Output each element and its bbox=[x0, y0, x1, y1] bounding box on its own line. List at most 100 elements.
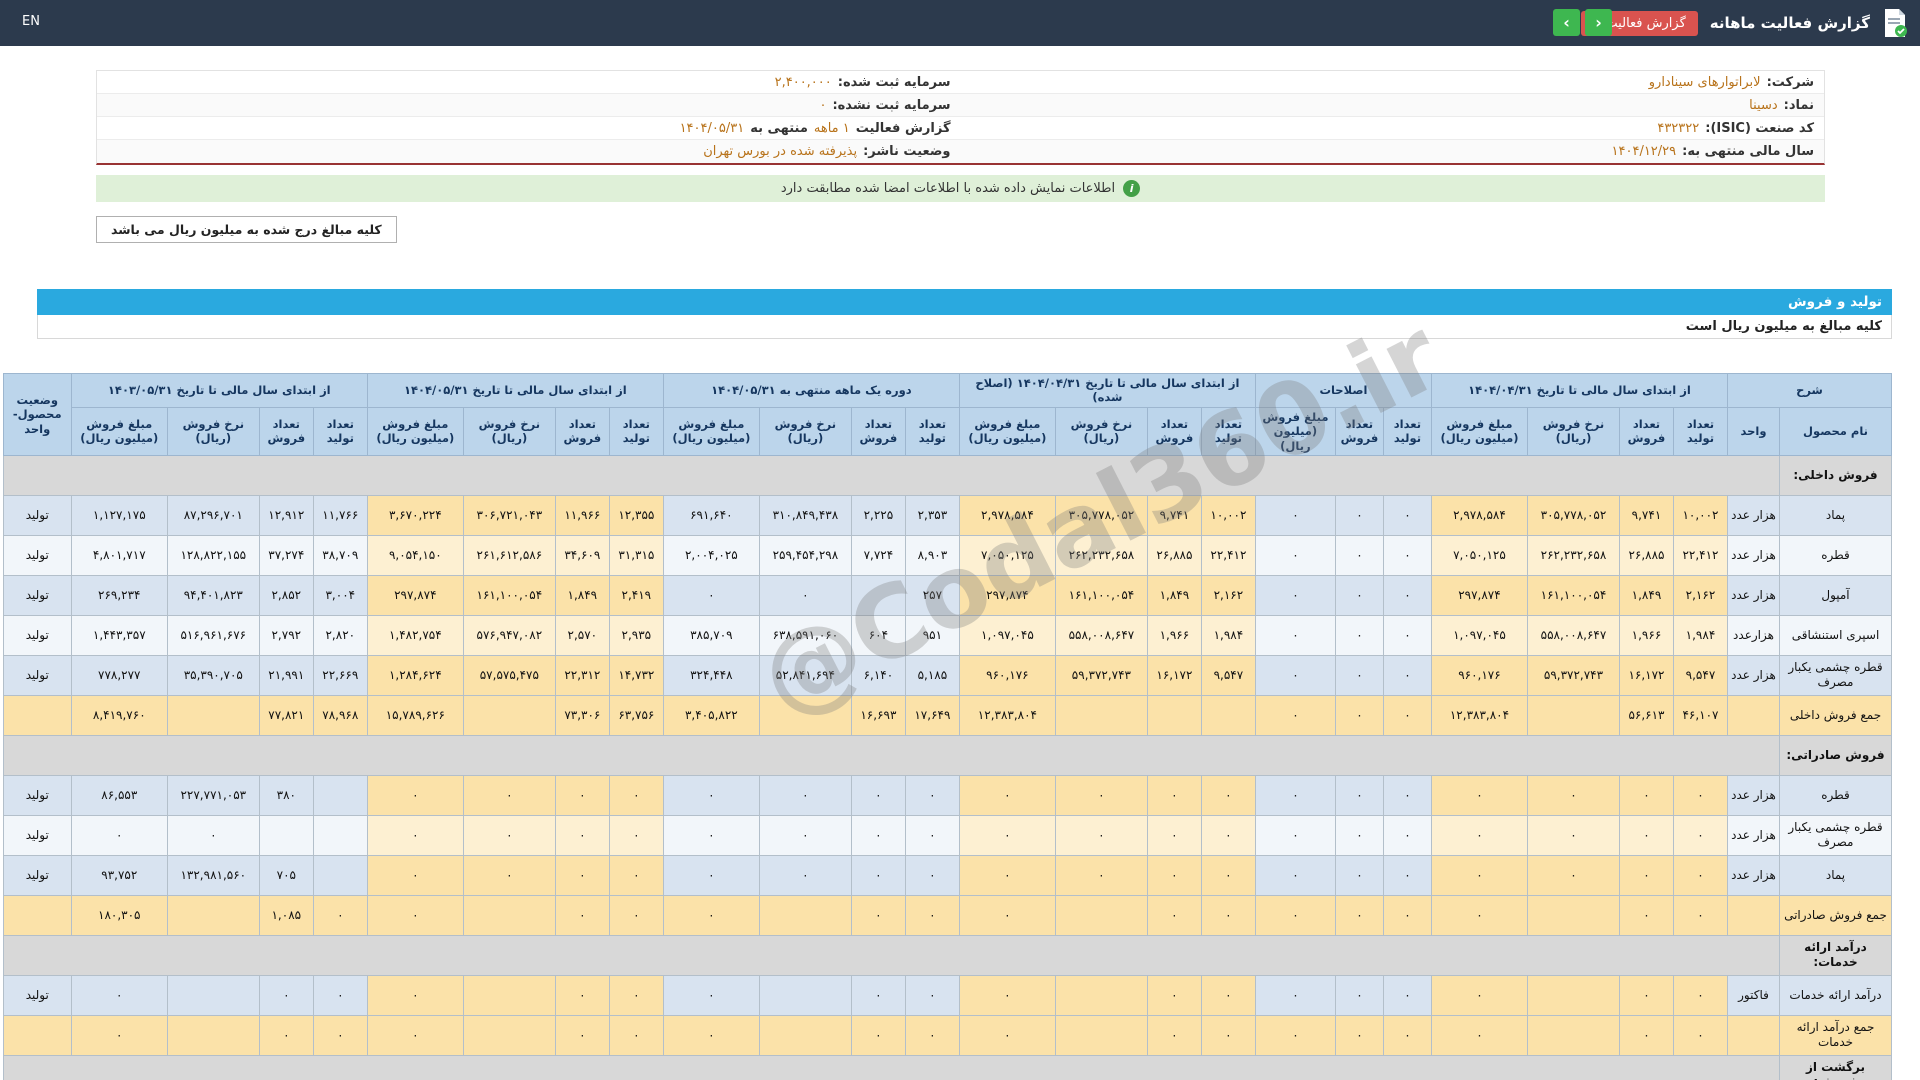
value-cell: ۵۵۸,۰۰۸,۶۴۷ bbox=[1054, 614, 1148, 656]
unit-cell: هزارعدد bbox=[1726, 614, 1781, 656]
value-cell: ۰ bbox=[1054, 814, 1148, 856]
value-cell: ۱,۴۸۲,۷۵۴ bbox=[366, 614, 464, 656]
value-cell: ۰ bbox=[758, 854, 852, 896]
value-cell: ۲۹۷,۸۷۴ bbox=[366, 574, 464, 616]
info-value[interactable]: دسینا bbox=[1749, 98, 1778, 113]
value-cell: ۱۲,۹۱۲ bbox=[258, 494, 314, 536]
info-icon: i bbox=[1123, 180, 1141, 197]
report-type-label: گزارش فعالیت bbox=[1605, 15, 1686, 31]
value-cell: ۲۶,۸۸۵ bbox=[1618, 534, 1674, 576]
value-cell bbox=[1054, 694, 1148, 736]
value-cell bbox=[462, 694, 556, 736]
value-cell: ۱,۴۴۳,۳۵۷ bbox=[70, 614, 168, 656]
info-value: ۱ ماهه bbox=[813, 120, 850, 136]
value-cell bbox=[1054, 974, 1148, 1016]
value-cell: ۳۷,۲۷۴ bbox=[258, 534, 314, 576]
value-cell: ۷۰۵ bbox=[258, 854, 314, 896]
value-cell: ۰ bbox=[758, 774, 852, 816]
value-cell: ۸۶,۵۵۳ bbox=[70, 774, 168, 816]
value-cell: ۲۶,۸۸۵ bbox=[1146, 534, 1202, 576]
value-cell: ۰ bbox=[850, 974, 906, 1016]
value-cell: ۲,۹۳۵ bbox=[608, 614, 664, 656]
value-cell: ۲۲,۳۱۲ bbox=[554, 654, 610, 696]
value-cell: ۷,۰۵۰,۱۲۵ bbox=[1430, 534, 1528, 576]
value-cell: ۴۶,۱۰۷ bbox=[1672, 694, 1728, 736]
value-cell: ۰ bbox=[1526, 774, 1620, 816]
value-cell: ۲,۱۶۲ bbox=[1672, 574, 1728, 616]
info-label: شرکت: bbox=[1766, 74, 1814, 90]
value-cell: ۲,۵۷۰ bbox=[554, 614, 610, 656]
language-toggle[interactable]: EN bbox=[22, 14, 40, 29]
value-cell: ۰ bbox=[366, 774, 464, 816]
value-cell: ۰ bbox=[1430, 1014, 1528, 1056]
production-section: تولید و فروش کلیه مبالغ به میلیون ریال ا… bbox=[2, 289, 1893, 1080]
product-name-cell: قطره چشمی یکبار مصرف bbox=[1779, 654, 1892, 696]
value-cell: ۵۹,۳۷۲,۷۴۳ bbox=[1054, 654, 1148, 696]
value-cell: ۲,۸۵۲ bbox=[258, 574, 314, 616]
value-cell: ۰ bbox=[662, 774, 760, 816]
column-header: نام محصول bbox=[1779, 406, 1892, 456]
value-cell: ۰ bbox=[958, 854, 1056, 896]
value-cell: ۳۰۶,۷۲۱,۰۴۳ bbox=[462, 494, 556, 536]
value-cell: ۰ bbox=[1254, 694, 1336, 736]
next-report-button[interactable]: › bbox=[1585, 9, 1612, 36]
value-cell bbox=[312, 814, 368, 856]
value-cell bbox=[1526, 974, 1620, 1016]
value-cell bbox=[758, 974, 852, 1016]
value-cell: ۰ bbox=[462, 854, 556, 896]
value-cell: ۰ bbox=[1254, 654, 1336, 696]
value-cell: ۳,۰۰۴ bbox=[312, 574, 368, 616]
column-group-header: از ابتدای سال مالی تا تاریخ ۱۴۰۳/۰۵/۳۱ bbox=[70, 373, 368, 408]
value-cell: ۰ bbox=[1618, 774, 1674, 816]
value-cell: ۱۲,۳۸۳,۸۰۴ bbox=[1430, 694, 1528, 736]
info-value: ۰ bbox=[819, 97, 827, 113]
value-cell: ۰ bbox=[1254, 894, 1336, 936]
value-cell bbox=[1054, 1014, 1148, 1056]
value-cell bbox=[1526, 1014, 1620, 1056]
value-cell: ۱,۹۸۴ bbox=[1672, 614, 1728, 656]
info-value: ۱۴۰۴/۰۵/۳۱ bbox=[679, 120, 745, 136]
section-title: تولید و فروش bbox=[37, 289, 1892, 315]
value-cell bbox=[850, 574, 906, 616]
value-cell: ۰ bbox=[608, 774, 664, 816]
production-table: شرح از ابتدای سال مالی تا تاریخ ۱۴۰۴/۰۴/۳… bbox=[2, 373, 1893, 1080]
product-name-cell: جمع فروش صادراتی bbox=[1779, 894, 1892, 936]
prev-report-button[interactable]: ‹ bbox=[1553, 9, 1580, 36]
info-label: سرمایه ثبت شده: bbox=[837, 74, 951, 90]
value-cell: ۰ bbox=[554, 774, 610, 816]
value-cell: ۰ bbox=[1382, 974, 1432, 1016]
value-cell: ۶۳,۷۵۶ bbox=[608, 694, 664, 736]
value-cell: ۱۶۱,۱۰۰,۰۵۴ bbox=[462, 574, 556, 616]
info-value: ۴۳۲۳۲۲ bbox=[1657, 120, 1700, 136]
value-cell: ۰ bbox=[1382, 774, 1432, 816]
value-cell: ۰ bbox=[1430, 814, 1528, 856]
company-info-panel: شرکت: لابراتوارهای سینادارو سرمایه ثبت شده… bbox=[96, 70, 1825, 165]
value-cell: ۰ bbox=[904, 814, 960, 856]
unit-cell: هزار عدد bbox=[1726, 574, 1781, 616]
info-value[interactable]: لابراتوارهای سینادارو bbox=[1649, 75, 1761, 90]
value-cell: ۶,۱۴۰ bbox=[850, 654, 906, 696]
value-cell: ۰ bbox=[554, 814, 610, 856]
value-cell: ۰ bbox=[70, 814, 168, 856]
value-cell: ۰ bbox=[1430, 774, 1528, 816]
value-cell: ۰ bbox=[166, 814, 260, 856]
unit-cell: هزار عدد bbox=[1726, 854, 1781, 896]
column-header: تعداد فروش bbox=[1146, 406, 1202, 456]
value-cell: ۱۰,۰۰۲ bbox=[1672, 494, 1728, 536]
value-cell: ۰ bbox=[258, 974, 314, 1016]
info-label: سال مالی منتهی به: bbox=[1682, 144, 1814, 159]
value-cell: ۰ bbox=[1254, 1014, 1336, 1056]
unit-cell: هزار عدد bbox=[1726, 654, 1781, 696]
value-cell: ۱,۹۸۴ bbox=[1200, 614, 1256, 656]
value-cell: ۰ bbox=[1146, 814, 1202, 856]
value-cell: ۱۱,۹۶۶ bbox=[554, 494, 610, 536]
value-cell: ۰ bbox=[1334, 614, 1384, 656]
value-cell: ۰ bbox=[1334, 894, 1384, 936]
value-cell: ۲,۱۶۲ bbox=[1200, 574, 1256, 616]
value-cell: ۲,۰۰۴,۰۲۵ bbox=[662, 534, 760, 576]
value-cell: ۹۴,۴۰۱,۸۲۳ bbox=[166, 574, 260, 616]
value-cell: ۶۹۱,۶۴۰ bbox=[662, 494, 760, 536]
value-cell: ۳۸,۷۰۹ bbox=[312, 534, 368, 576]
value-cell: ۲۹۷,۸۷۴ bbox=[1430, 574, 1528, 616]
value-cell: ۶۳۸,۵۹۱,۰۶۰ bbox=[758, 614, 852, 656]
